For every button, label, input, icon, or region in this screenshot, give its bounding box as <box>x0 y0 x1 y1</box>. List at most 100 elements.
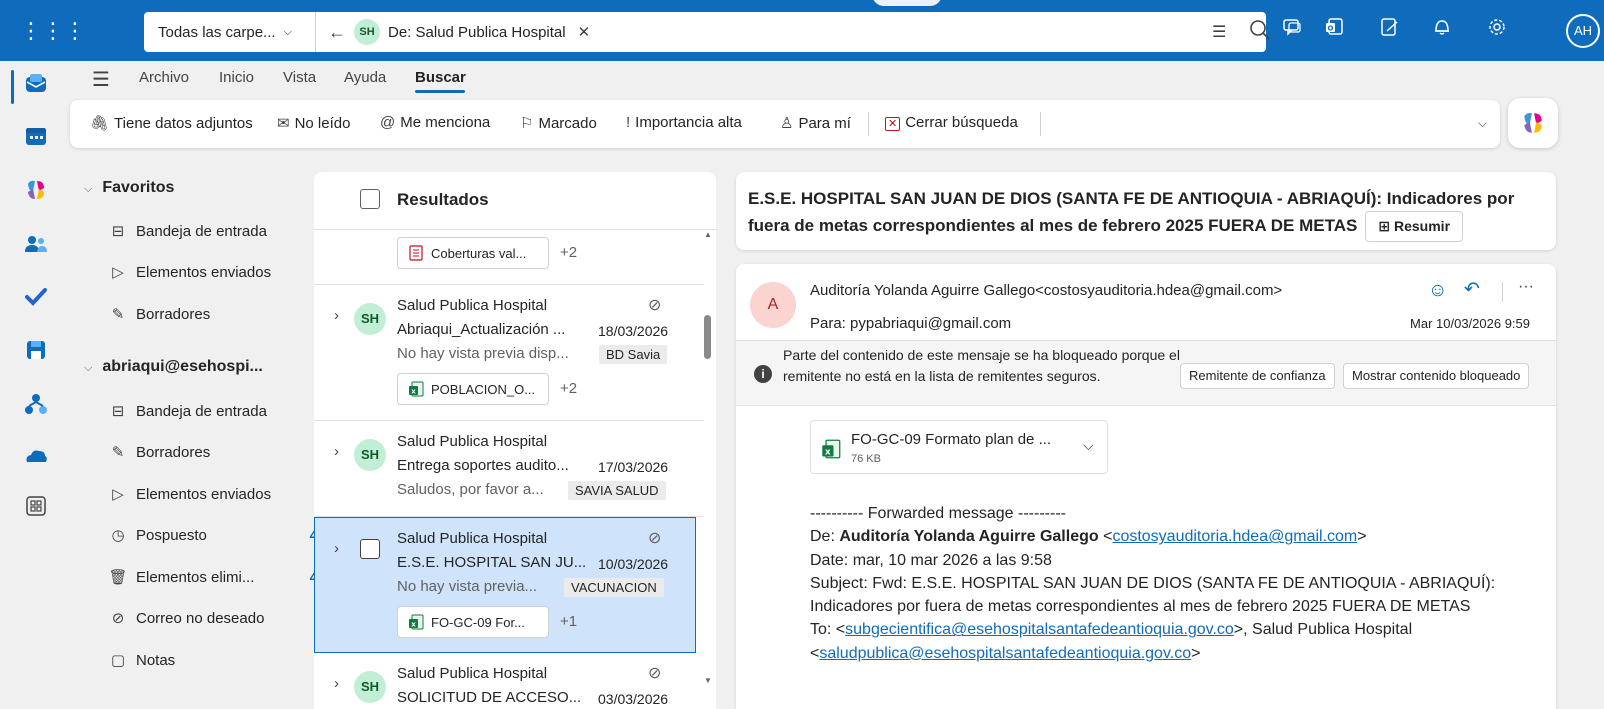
search-scope-dropdown[interactable]: Todas las carpe... ⌵ <box>144 12 316 52</box>
user-avatar[interactable]: AH <box>1566 14 1600 48</box>
people-app-icon[interactable] <box>24 232 48 256</box>
list-item-selected[interactable]: › Salud Publica Hospital ⊘ E.S.E. HOSPIT… <box>314 517 696 653</box>
filter-flagged-label: Marcado <box>538 115 597 132</box>
chat-icon[interactable] <box>1278 16 1306 44</box>
tab-archivo[interactable]: Archivo <box>139 69 189 86</box>
onedrive-app-icon[interactable] <box>24 444 48 468</box>
tab-buscar[interactable]: Buscar <box>415 69 466 86</box>
gear-icon[interactable] <box>1483 16 1511 44</box>
folder-deleted[interactable]: 🗑Elementos elimi...4 <box>108 568 318 587</box>
message-checkbox[interactable] <box>360 539 380 559</box>
message-preview: Saludos, por favor a... <box>397 481 544 498</box>
hamburger-menu-icon[interactable]: ☰ <box>92 67 110 92</box>
tab-vista[interactable]: Vista <box>283 69 316 86</box>
more-actions-icon[interactable]: ··· <box>1518 278 1534 296</box>
filter-unread-label: No leído <box>294 115 351 132</box>
summarize-button[interactable]: ⊞ Resumir <box>1365 211 1464 242</box>
select-all-checkbox[interactable] <box>360 189 380 209</box>
remove-chip-icon[interactable]: ✕ <box>578 23 591 41</box>
folder-fav-sent[interactable]: ▷ Elementos enviados <box>108 263 271 282</box>
to-line[interactable]: Para: pypabriaqui@gmail.com <box>810 315 1011 332</box>
attachment-name: Coberturas val... <box>431 245 527 261</box>
filter-important-button[interactable]: ! Importancia alta <box>626 114 742 131</box>
folder-label: Borradores <box>136 443 211 461</box>
inbox-icon: ⊟ <box>111 223 125 240</box>
filter-icon[interactable]: ☰ <box>1212 22 1226 42</box>
org-app-icon[interactable] <box>24 392 48 416</box>
notes-icon[interactable] <box>1376 16 1404 44</box>
search-box[interactable]: Todas las carpe... ⌵ ← SH De: Salud Publ… <box>144 12 1270 52</box>
filter-divider <box>1040 112 1041 136</box>
emoji-react-icon[interactable]: ☺ <box>1428 280 1447 302</box>
blocked-content-message: Parte del contenido de este mensaje se h… <box>783 347 1180 384</box>
to-email-link-2[interactable]: saludpublica@esehospitalsantafedeantioqu… <box>819 645 1191 662</box>
more-apps-icon[interactable] <box>24 494 48 518</box>
filter-to-me-button[interactable]: ♙ Para mí <box>780 114 851 132</box>
trust-sender-button[interactable]: Remitente de confianza <box>1180 363 1335 389</box>
close-search-button[interactable]: ✕ Cerrar búsqueda <box>885 114 1018 131</box>
folder-fav-drafts[interactable]: ✎ Borradores <box>108 305 211 324</box>
tab-inicio[interactable]: Inicio <box>219 69 254 86</box>
folder-fav-inbox[interactable]: ⊟ Bandeja de entrada <box>108 222 267 241</box>
reply-icon[interactable]: ↶ <box>1464 278 1480 301</box>
mail-app-icon[interactable] <box>24 72 48 96</box>
scroll-down-icon[interactable]: ▼ <box>704 676 712 685</box>
sender-name: Salud Publica Hospital <box>397 530 548 547</box>
expand-thread-icon[interactable]: › <box>334 675 339 692</box>
expand-thread-icon[interactable]: › <box>334 307 339 324</box>
attachment-chip[interactable]: x POBLACION_O... <box>397 373 549 405</box>
search-icon[interactable] <box>1248 18 1272 42</box>
attachment-card[interactable]: x FO-GC-09 Formato plan de ... 76 KB ⌵ <box>810 420 1108 474</box>
show-blocked-content-button[interactable]: Mostrar contenido bloqueado <box>1343 363 1530 389</box>
chevron-down-icon[interactable]: ⌵ <box>1083 437 1094 454</box>
category-tag[interactable]: BD Savia <box>599 345 668 364</box>
filter-mentions-button[interactable]: @ Me menciona <box>380 114 490 131</box>
filter-flagged-button[interactable]: ⚐ Marcado <box>520 114 597 132</box>
list-item[interactable]: › SH Salud Publica Hospital ⊘ Abriaqui_A… <box>314 285 704 421</box>
save-app-icon[interactable] <box>24 338 48 362</box>
app-launcher-icon[interactable]: ⋮⋮⋮ <box>20 18 86 44</box>
send-icon: ▷ <box>112 264 124 281</box>
inbox-icon: ⊟ <box>111 403 125 420</box>
filter-unread-button[interactable]: ✉ No leído <box>277 114 350 132</box>
filter-to-me-label: Para mí <box>798 115 851 132</box>
folder-inbox[interactable]: ⊟ Bandeja de entrada <box>108 402 267 421</box>
copilot-button[interactable] <box>1508 98 1558 148</box>
list-item[interactable]: › SH Salud Publica Hospital ⊘ SOLICITUD … <box>314 653 704 709</box>
attachment-chip[interactable]: x FO-GC-09 For... <box>397 606 549 638</box>
sender-name: Salud Publica Hospital <box>397 297 548 314</box>
category-tag[interactable]: SAVIA SALUD <box>568 481 666 500</box>
tab-ayuda[interactable]: Ayuda <box>344 69 386 86</box>
attachment-chip[interactable]: Coberturas val... <box>397 237 549 269</box>
folder-sent[interactable]: ▷ Elementos enviados <box>108 485 271 504</box>
filter-attachments-button[interactable]: 🖇 Tiene datos adjuntos <box>90 114 253 132</box>
folder-drafts[interactable]: ✎ Borradores <box>108 443 211 462</box>
teams-calendar-icon[interactable]: O <box>1321 16 1349 44</box>
from-line[interactable]: Auditoría Yolanda Aguirre Gallego<costos… <box>810 282 1282 299</box>
category-tag[interactable]: VACUNACION <box>564 578 664 597</box>
more-attachments: +2 <box>560 244 578 261</box>
scroll-up-icon[interactable]: ▲ <box>704 230 712 239</box>
expand-thread-icon[interactable]: › <box>334 540 339 557</box>
folder-notes[interactable]: ▢ Notas <box>108 651 175 670</box>
excel-icon: x <box>409 614 424 630</box>
favorites-header[interactable]: ⌵ Favoritos <box>84 179 174 197</box>
scrollbar-thumb[interactable] <box>704 315 711 359</box>
list-item[interactable]: › SH Salud Publica Hospital Entrega sopo… <box>314 421 704 517</box>
account-header[interactable]: ⌵ abriaqui@esehospi... <box>84 358 263 376</box>
list-item[interactable]: Coberturas val... +2 <box>314 230 704 285</box>
back-arrow-icon[interactable]: ← <box>328 22 346 43</box>
todo-app-icon[interactable] <box>24 285 48 309</box>
folder-junk[interactable]: ⊘ Correo no deseado <box>108 609 265 628</box>
bell-icon[interactable] <box>1428 16 1456 44</box>
chevron-down-icon[interactable]: ⌵ <box>1478 116 1487 131</box>
message-subject: SOLICITUD DE ACCESO... <box>397 689 582 706</box>
folder-snoozed[interactable]: ◷Pospuesto4 <box>108 526 318 545</box>
message-list-scrollbar[interactable]: ▲ ▼ <box>704 230 714 690</box>
from-email-link[interactable]: costosyauditoria.hdea@gmail.com <box>1112 528 1357 545</box>
calendar-app-icon[interactable] <box>24 124 48 148</box>
copilot-app-icon[interactable] <box>24 178 48 202</box>
expand-thread-icon[interactable]: › <box>334 443 339 460</box>
to-email-link[interactable]: subgecientifica@esehospitalsantafedeanti… <box>845 621 1234 638</box>
copilot-icon <box>1524 113 1542 133</box>
